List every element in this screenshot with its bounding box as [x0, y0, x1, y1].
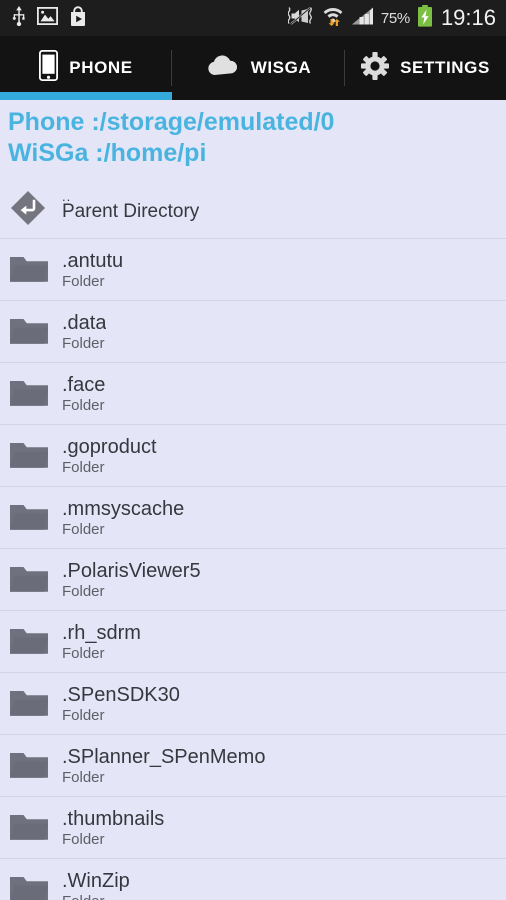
list-item-subtitle: Folder: [62, 768, 105, 786]
list-item[interactable]: .SPenSDK30 Folder: [0, 673, 506, 735]
list-item-name: .mmsyscache: [62, 497, 185, 520]
tab-phone[interactable]: PHONE: [0, 36, 172, 100]
list-item-text: .SPlanner_SPenMemo Folder: [62, 746, 265, 786]
list-item-subtitle: Folder: [62, 706, 105, 724]
list-item-text: .WinZip Folder: [62, 870, 130, 900]
list-item[interactable]: .goproduct Folder: [0, 425, 506, 487]
tab-wisga-label: WISGA: [250, 58, 312, 77]
folder-icon: [9, 254, 59, 286]
folder-icon: [9, 564, 59, 596]
list-item-subtitle: Folder: [62, 830, 105, 848]
list-item[interactable]: .face Folder: [0, 363, 506, 425]
cloud-icon: [206, 54, 240, 82]
list-item-name: .thumbnails: [62, 807, 165, 830]
list-item[interactable]: .WinZip Folder: [0, 859, 506, 900]
folder-icon: [9, 316, 59, 348]
list-item-text: .face Folder: [62, 374, 105, 414]
folder-icon: [9, 750, 59, 782]
list-item-text: .rh_sdrm Folder: [62, 622, 141, 662]
tab-wisga[interactable]: WISGA: [172, 36, 345, 100]
list-item-text: .thumbnails Folder: [62, 808, 164, 848]
list-item[interactable]: .data Folder: [0, 301, 506, 363]
folder-icon: [9, 874, 59, 900]
list-item-subtitle: Folder: [62, 644, 105, 662]
list-item-text: .. Parent Directory: [62, 192, 199, 223]
list-item[interactable]: .thumbnails Folder: [0, 797, 506, 859]
status-bar-right-icons: 75% 19:16: [287, 4, 496, 32]
folder-icon: [9, 812, 59, 844]
status-bar-left-icons: [12, 5, 87, 31]
list-item-name: .data: [62, 311, 107, 334]
file-list[interactable]: .. Parent Directory .antutu Folder .data…: [0, 177, 506, 900]
list-item[interactable]: .mmsyscache Folder: [0, 487, 506, 549]
battery-percent-label: 75%: [380, 9, 410, 27]
list-item-name: .antutu: [62, 249, 124, 272]
list-item[interactable]: .antutu Folder: [0, 239, 506, 301]
app-root: 75% 19:16 PHONE WISGA SETTINGS Phone:/s…: [0, 0, 506, 900]
list-item[interactable]: .PolarisViewer5 Folder: [0, 549, 506, 611]
tab-phone-label: PHONE: [69, 58, 133, 77]
parent-directory-icon: [9, 189, 59, 227]
tab-settings[interactable]: SETTINGS: [345, 36, 506, 100]
list-item-subtitle: Folder: [62, 520, 105, 538]
status-bar-clock: 19:16: [440, 5, 496, 30]
list-item-subtitle: Folder: [62, 396, 105, 414]
folder-icon: [9, 378, 59, 410]
list-item-parent-directory[interactable]: .. Parent Directory: [0, 177, 506, 239]
active-tab-indicator: [0, 92, 172, 100]
gallery-image-icon: [36, 6, 59, 30]
usb-icon: [12, 5, 26, 31]
tab-bar: PHONE WISGA SETTINGS: [0, 36, 506, 100]
list-item-name: .WinZip: [62, 869, 130, 892]
signal-bars-icon: [351, 6, 374, 31]
list-item-text: .antutu Folder: [62, 250, 123, 290]
wifi-data-transfer-icon: [322, 5, 344, 31]
list-item-text: .mmsyscache Folder: [62, 498, 184, 538]
list-item-subtitle: Folder: [62, 458, 105, 476]
list-item-name: .rh_sdrm: [62, 621, 141, 644]
path-header: Phone :/storage/emulated/0 WiSGa :/home/…: [0, 100, 506, 177]
status-bar: 75% 19:16: [0, 0, 506, 36]
list-item-text: .data Folder: [62, 312, 106, 352]
list-item-name: .SPenSDK30: [62, 683, 180, 706]
phone-device-icon: [39, 49, 59, 86]
battery-charging-icon: [417, 4, 433, 32]
folder-icon: [9, 688, 59, 720]
parent-dots-label: ..: [62, 192, 72, 204]
list-item-subtitle: Folder: [62, 334, 105, 352]
list-item-name: .goproduct: [62, 435, 157, 458]
list-item-name: .SPlanner_SPenMemo: [62, 745, 266, 768]
list-item-subtitle: Folder: [62, 272, 105, 290]
folder-icon: [9, 626, 59, 658]
folder-icon: [9, 440, 59, 472]
list-item-subtitle: Folder: [62, 893, 130, 900]
list-item-name: .PolarisViewer5: [62, 559, 201, 582]
list-item-subtitle: Folder: [62, 582, 105, 600]
list-item-name: .face: [62, 373, 106, 396]
play-store-bag-icon: [69, 5, 87, 31]
list-item-text: .PolarisViewer5 Folder: [62, 560, 201, 600]
mute-vibrate-icon: [287, 6, 315, 31]
path-phone-line: Phone :/storage/emulated/0: [8, 108, 335, 136]
gear-icon: [361, 51, 390, 85]
path-wisga-line: WiSGa :/home/pi: [8, 139, 207, 167]
list-item-text: .goproduct Folder: [62, 436, 157, 476]
folder-icon: [9, 502, 59, 534]
parent-directory-label: Parent Directory: [62, 201, 200, 222]
list-item[interactable]: .SPlanner_SPenMemo Folder: [0, 735, 506, 797]
tab-settings-label: SETTINGS: [400, 58, 490, 77]
list-item[interactable]: .rh_sdrm Folder: [0, 611, 506, 673]
list-item-text: .SPenSDK30 Folder: [62, 684, 180, 724]
